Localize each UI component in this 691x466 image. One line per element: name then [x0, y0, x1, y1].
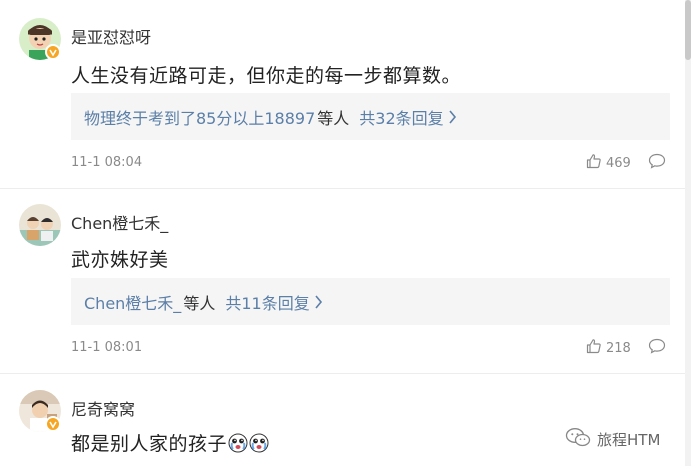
- reply-summary[interactable]: 物理终于考到了85分以上18897 等人 共32条回复: [71, 93, 670, 140]
- comment-timestamp: 11-1 08:04: [71, 155, 143, 170]
- chevron-right-icon: [314, 294, 323, 309]
- username[interactable]: 是亚怼怼呀: [71, 24, 151, 48]
- verified-badge-icon: [45, 416, 61, 432]
- comment-text: 人生没有近路可走，但你走的每一步都算数。: [71, 65, 462, 87]
- reply-suffix: 等人: [183, 293, 216, 313]
- crying-face-emoji-icon: [228, 433, 248, 453]
- thumbs-up-icon: [586, 153, 602, 173]
- like-button[interactable]: 218: [586, 338, 631, 358]
- comment-timestamp: 11-1 08:01: [71, 340, 143, 355]
- scrollbar-thumb[interactable]: [685, 0, 691, 60]
- reply-suffix: 等人: [317, 108, 350, 128]
- watermark: 旅程HTM: [565, 427, 660, 451]
- reply-icon[interactable]: [648, 338, 666, 358]
- reply-count-link[interactable]: 共11条回复: [225, 290, 309, 314]
- like-button[interactable]: 469: [586, 153, 631, 173]
- reply-icon[interactable]: [648, 153, 666, 173]
- reply-count-link[interactable]: 共32条回复: [359, 105, 443, 129]
- crying-face-emoji-icon: [249, 433, 269, 453]
- watermark-label: 旅程HTM: [597, 430, 661, 449]
- thumbs-up-icon: [586, 338, 602, 358]
- avatar[interactable]: [19, 204, 61, 246]
- like-count: 218: [606, 340, 631, 356]
- chevron-right-icon: [448, 109, 457, 124]
- divider: [0, 188, 685, 189]
- like-count: 469: [606, 155, 631, 171]
- reply-summary[interactable]: Chen橙七禾_ 等人 共11条回复: [71, 278, 670, 325]
- comment-text-content: 都是别人家的孩子: [71, 433, 228, 455]
- scrollbar[interactable]: [685, 0, 691, 466]
- reply-users-link[interactable]: 物理终于考到了85分以上18897: [84, 105, 315, 129]
- verified-badge-icon: [45, 44, 61, 60]
- comment-feed: 是亚怼怼呀 人生没有近路可走，但你走的每一步都算数。 物理终于考到了85分以上1…: [0, 0, 691, 466]
- comment-text: 都是别人家的孩子: [71, 429, 269, 456]
- comment-text: 武亦姝好美: [71, 249, 169, 271]
- wechat-icon: [565, 427, 591, 451]
- reply-users-link[interactable]: Chen橙七禾_: [84, 290, 181, 314]
- divider: [0, 373, 685, 374]
- username[interactable]: Chen橙七禾_: [71, 210, 168, 234]
- username[interactable]: 尼奇窝窝: [71, 396, 135, 420]
